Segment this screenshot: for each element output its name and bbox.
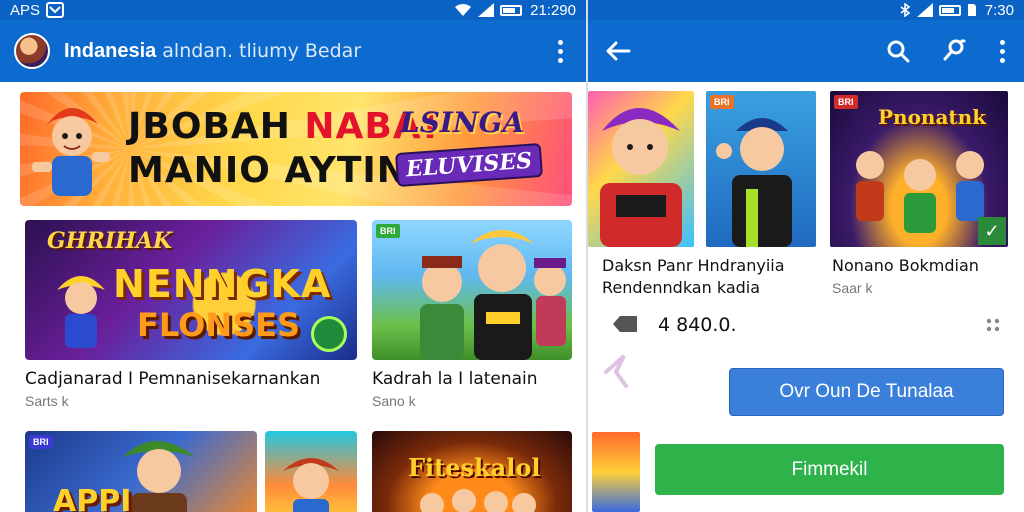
- banner-headline-2: MANIO AYTINR: [128, 150, 437, 191]
- game-card-2[interactable]: BRI: [372, 220, 572, 360]
- card-art-title: Pnonatnk: [878, 105, 987, 129]
- app-subtitle: alndan. tliumy Bedar: [162, 40, 362, 62]
- battery-icon: [500, 4, 523, 16]
- tag-icon: [612, 314, 638, 339]
- card-title-1: Cadjanarad I Pemnanisekarnankan: [25, 369, 321, 389]
- game-thumb-1[interactable]: [588, 91, 694, 247]
- card-art-title: Fiteskalol: [408, 453, 541, 482]
- card-badge: BRI: [29, 435, 53, 449]
- battery-icon: [938, 4, 961, 16]
- share-icon[interactable]: [934, 31, 974, 71]
- signal-icon: [478, 3, 495, 17]
- banner-game-logo: LSINGA ELUVISES: [394, 102, 544, 194]
- item1-title-line1: Daksn Panr Hndranyiia: [602, 256, 785, 275]
- status-bar: 7:30: [588, 0, 1024, 20]
- notification-icon: [46, 2, 65, 18]
- app-bar: Indanesia alndan. tliumy Bedar: [0, 20, 586, 82]
- game-thumb-3[interactable]: BRI Pnonatnk ✓: [830, 91, 1008, 247]
- banner-headline-1: JBOBAH NABA!: [128, 106, 440, 147]
- dots-icon[interactable]: [986, 318, 1000, 337]
- token-icon: [311, 316, 347, 352]
- price: 4 840.0.: [658, 314, 737, 336]
- card-art-subtitle: FLONSES: [137, 306, 301, 344]
- game-thumb-2[interactable]: BRI: [706, 91, 816, 247]
- card-sub-2: Sano k: [372, 393, 416, 409]
- card-badge: BRI: [376, 224, 400, 238]
- game-thumb-small[interactable]: [592, 432, 640, 512]
- card-badge: BRI: [834, 95, 858, 109]
- card-badge: BRI: [710, 95, 734, 109]
- characters-image: [420, 230, 566, 360]
- card-art-title: NENNGKA: [113, 262, 332, 306]
- game-card-4[interactable]: [265, 431, 357, 512]
- left-screen: APS 21:290 Indanesia alndan. tliumy Beda…: [0, 0, 586, 512]
- card-sub-1: Sarts k: [25, 393, 69, 409]
- app-bar: [588, 20, 1024, 82]
- promo-banner[interactable]: JBOBAH NABA! MANIO AYTINR LSINGA ELUVISE…: [20, 92, 572, 206]
- more-vert-icon[interactable]: [990, 39, 1014, 63]
- more-vert-icon[interactable]: [548, 39, 572, 63]
- status-time: 7:30: [984, 1, 1014, 19]
- right-screen: 7:30 BRI BRI Pnonatnk ✓ Daksn Panr Hndra…: [588, 0, 1024, 512]
- character-image: [283, 458, 339, 512]
- sim-icon: [967, 3, 977, 17]
- game-card-1[interactable]: GHRIHAK NENNGKA FLONSES: [25, 220, 357, 360]
- status-time: 21:290: [530, 1, 576, 19]
- back-arrow-icon[interactable]: [598, 31, 638, 71]
- characters-image: [420, 489, 536, 512]
- game-card-3[interactable]: BRI APPI: [25, 431, 257, 512]
- bluetooth-icon: [899, 3, 911, 17]
- character-image: [600, 108, 682, 247]
- status-left-text: APS: [10, 1, 41, 19]
- avatar[interactable]: [14, 33, 50, 69]
- wifi-icon: [454, 3, 472, 17]
- install-button[interactable]: Fimmekil: [655, 444, 1004, 495]
- item2-sub: Saar k: [832, 280, 873, 296]
- app-title: Indanesia: [64, 39, 157, 62]
- item1-title-line2: Rendenndkan kadia: [602, 278, 761, 297]
- characters-image: [856, 151, 984, 233]
- primary-button[interactable]: Ovr Oun De Tunalaa: [729, 368, 1004, 416]
- game-card-5[interactable]: Fiteskalol: [372, 431, 572, 512]
- check-icon: ✓: [978, 217, 1006, 245]
- card-art-title-top: GHRIHAK: [47, 228, 173, 254]
- search-icon[interactable]: [878, 31, 918, 71]
- card-title-2: Kadrah la I latenain: [372, 369, 538, 389]
- hero-character-image: [57, 276, 105, 348]
- item2-title: Nonano Bokmdian: [832, 256, 979, 275]
- character-image: [716, 118, 792, 247]
- status-bar: APS 21:290: [0, 0, 586, 20]
- signal-icon: [916, 3, 933, 17]
- hero-character-image: [32, 107, 110, 196]
- logo-watermark-icon: [602, 352, 632, 397]
- card-art-title: APPI: [53, 484, 132, 512]
